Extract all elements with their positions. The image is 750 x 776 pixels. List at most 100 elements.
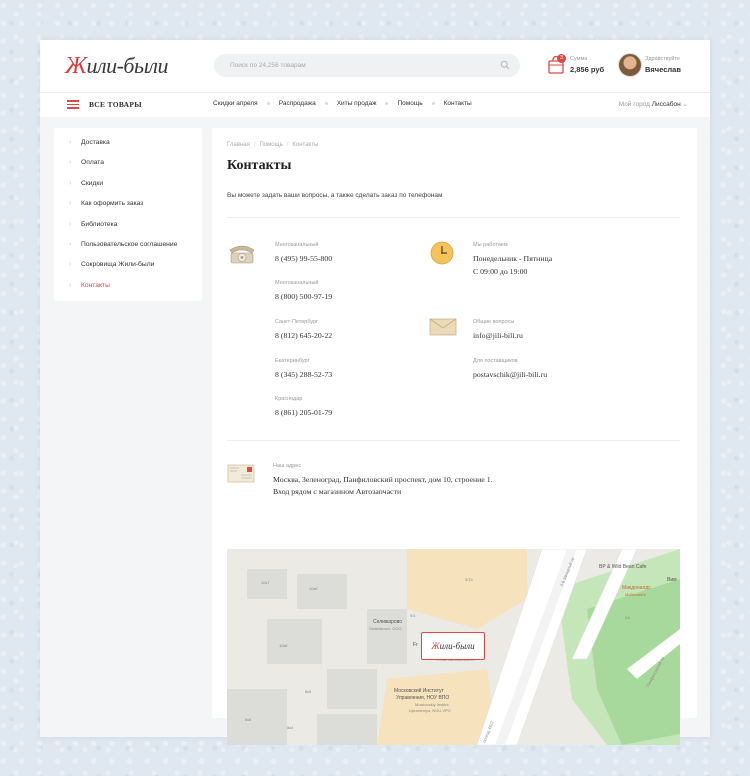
phone-value[interactable]: 8 (345) 288-52-73 xyxy=(275,370,332,379)
main-content: Главная / Помощь / Контакты Контакты Вы може… xyxy=(212,128,697,745)
nav-item-discounts[interactable]: Скидки апреля xyxy=(213,100,258,107)
breadcrumb-help[interactable]: Помощь xyxy=(260,142,283,148)
search-box xyxy=(214,54,520,77)
intro-text: Вы можете задать ваши вопросы, а также с… xyxy=(227,192,443,199)
breadcrumb-separator: / xyxy=(286,142,289,148)
phone-label: Многоканальный xyxy=(275,280,319,286)
map-label: 9/1 xyxy=(410,613,416,618)
phone-value[interactable]: 8 (861) 205-01-79 xyxy=(275,408,332,417)
all-products-button[interactable]: ВСЕ ТОВАРЫ xyxy=(67,100,142,109)
cart-count-badge: 3 xyxy=(557,54,566,63)
page-title: Контакты xyxy=(227,158,292,173)
map-label: 10к7 xyxy=(261,580,270,585)
phone-value[interactable]: 8 (495) 99-55-800 xyxy=(275,254,332,263)
nav-item-help[interactable]: Помощь xyxy=(397,100,422,107)
map[interactable]: 10к7 10к6 10к8 9/15 8к9 8к8 8к4 2А 9/1 B… xyxy=(227,549,680,745)
phone-value[interactable]: 8 (812) 645-20-22 xyxy=(275,331,332,340)
nav-item-bestsellers[interactable]: Хиты продаж xyxy=(337,100,377,107)
user-name: Вячеслав xyxy=(645,65,681,74)
sidebar: Доставка Оплата Скидки Как оформить зака… xyxy=(54,128,202,301)
phone-label: Многоканальный xyxy=(275,242,319,248)
map-poi-institute-2: Управления, НОУ ВПО xyxy=(396,695,450,701)
breadcrumb-current: Контакты xyxy=(292,142,319,148)
page-frame: Жили-были 3 Сумма 2,856 руб Здравствуйте… xyxy=(40,40,710,745)
map-poi-selizharovo[interactable]: Селижарово xyxy=(373,619,402,625)
map-poi-institute[interactable]: Московский Институт xyxy=(394,688,444,694)
map-label: 8к9 xyxy=(305,689,312,694)
user-menu[interactable]: Здравствуйте Вячеслав xyxy=(618,53,706,79)
email-value[interactable]: info@jili-bili.ru xyxy=(473,331,523,340)
hours-label: Мы работаем xyxy=(473,242,508,248)
phone-label: Краснодар xyxy=(275,396,303,402)
map-label: 8к4 xyxy=(287,725,294,730)
phone-label: Екатеринбург xyxy=(275,358,310,364)
phone-icon xyxy=(229,245,255,264)
divider xyxy=(227,440,680,441)
sidebar-item-discounts[interactable]: Скидки xyxy=(54,178,202,198)
all-products-label: ВСЕ ТОВАРЫ xyxy=(89,100,142,109)
address-label: Наш адрес xyxy=(273,463,302,469)
top-menu: Скидки апреля Распродажа Хиты продаж Пом… xyxy=(213,100,472,107)
sidebar-item-treasures[interactable]: Сокровища Жили-были xyxy=(54,259,202,279)
breadcrumb-home[interactable]: Главная xyxy=(227,142,250,148)
search-input[interactable] xyxy=(228,61,492,70)
map-label: 9/15 xyxy=(465,577,473,582)
sidebar-item-user-agreement[interactable]: Пользовательское соглашение xyxy=(54,239,202,259)
map-poi-institute-en-2: Upravleniya, NOU VPO xyxy=(409,708,451,713)
menu-separator xyxy=(385,102,389,105)
sidebar-menu: Доставка Оплата Скидки Как оформить зака… xyxy=(54,128,202,300)
sidebar-item-payment[interactable]: Оплата xyxy=(54,157,202,177)
map-poi-mcdonalds-en: McDonald's xyxy=(625,592,646,597)
clock-icon xyxy=(430,241,454,265)
chevron-down-icon: ⌄ xyxy=(682,101,688,108)
hours-time: С 09:00 до 19:00 xyxy=(473,267,528,276)
sidebar-item-contacts[interactable]: Контакты xyxy=(54,280,202,300)
city-label: Мой город xyxy=(618,101,650,108)
logo-text: или-были xyxy=(86,53,168,78)
map-poi-mcdonalds[interactable]: Макдоналдс xyxy=(622,585,651,591)
address-line-1: Москва, Зеленоград, Панфиловский проспек… xyxy=(273,475,493,484)
cart[interactable]: 3 Сумма 2,856 руб xyxy=(548,54,618,78)
map-marker[interactable]: Жили-были xyxy=(421,632,485,660)
address-line-2: Вход рядом с магазином Автозапчасти xyxy=(273,487,402,496)
map-label: 8к8 xyxy=(245,717,252,722)
sidebar-item-delivery[interactable]: Доставка xyxy=(54,137,202,157)
breadcrumb-separator: / xyxy=(253,142,256,148)
main-nav: ВСЕ ТОВАРЫ Скидки апреля Распродажа Хиты… xyxy=(40,92,710,117)
map-poi-fresh: Fr xyxy=(413,642,418,648)
site-logo[interactable]: Жили-были xyxy=(65,53,168,80)
search-icon[interactable] xyxy=(500,60,510,70)
sidebar-item-how-to-order[interactable]: Как оформить заказ xyxy=(54,198,202,218)
header: Жили-были 3 Сумма 2,856 руб Здравствуйте… xyxy=(40,40,710,92)
avatar xyxy=(618,53,642,77)
city-selector[interactable]: Мой город Лиссабон ⌄ xyxy=(619,100,688,108)
nav-item-sale[interactable]: Распродажа xyxy=(279,100,316,107)
sidebar-item-library[interactable]: Библиотека xyxy=(54,219,202,239)
menu-separator xyxy=(266,102,270,105)
map-label: 10к6 xyxy=(309,586,318,591)
user-greeting: Здравствуйте xyxy=(645,56,680,62)
map-poi-vim[interactable]: Вим xyxy=(667,577,677,583)
breadcrumb: Главная / Помощь / Контакты xyxy=(227,142,318,148)
menu-separator xyxy=(324,102,328,105)
postcard-icon xyxy=(227,464,255,483)
map-poi-selizharovo-en: Selizharovo, ООО xyxy=(369,626,402,631)
map-poi-bp[interactable]: BP & Wild Bean Cafe xyxy=(599,564,646,570)
menu-separator xyxy=(431,102,435,105)
menu-icon xyxy=(67,100,79,109)
email-label: Общие вопросы xyxy=(473,319,515,325)
marker-logo-first: Ж xyxy=(431,641,440,651)
phone-value[interactable]: 8 (800) 500-97-19 xyxy=(275,292,332,301)
envelope-icon xyxy=(429,318,457,336)
email-value[interactable]: postavschik@jili-bili.ru xyxy=(473,370,547,379)
nav-item-contacts[interactable]: Контакты xyxy=(444,100,472,107)
logo-first-letter: Ж xyxy=(65,53,87,79)
email-label: Для поставщиков xyxy=(473,358,518,364)
map-label: 10к8 xyxy=(279,643,288,648)
city-value: Лиссабон xyxy=(651,101,681,108)
map-label: 2А xyxy=(625,615,630,620)
marker-logo-text: или-были xyxy=(439,641,475,651)
hours-days: Понедельник - Пятница xyxy=(473,254,553,263)
phone-label: Санкт-Петербург xyxy=(275,319,319,325)
cart-sum-label: Сумма xyxy=(570,56,588,62)
